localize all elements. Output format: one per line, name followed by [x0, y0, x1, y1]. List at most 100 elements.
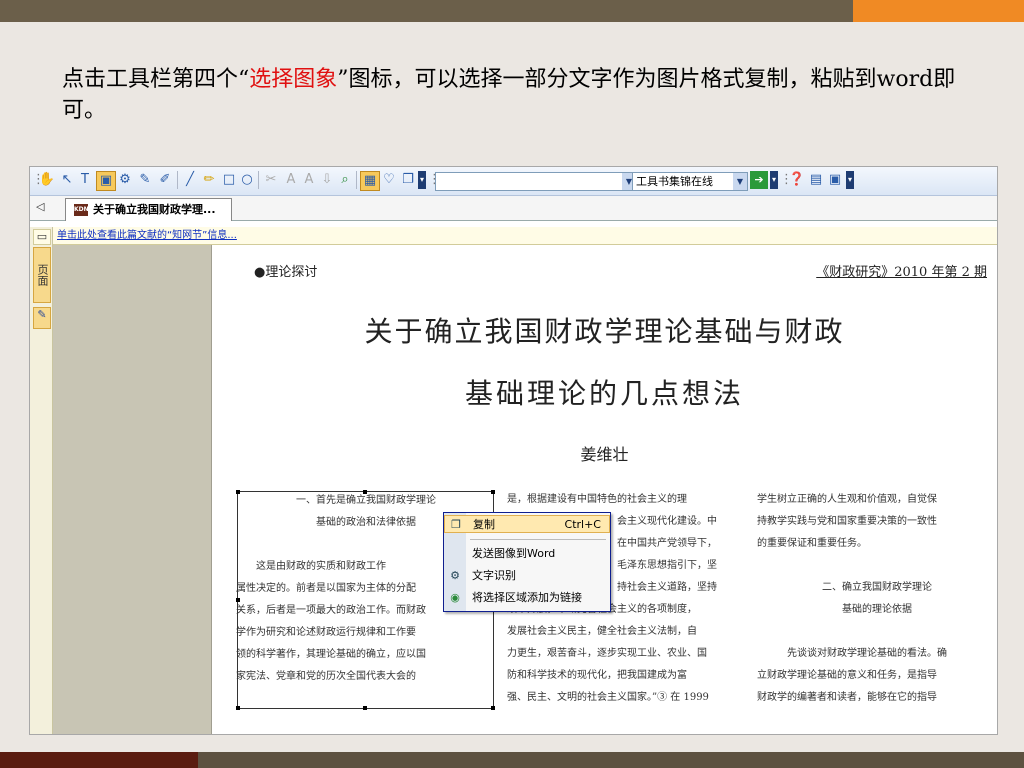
toolbar-separator: [258, 171, 259, 189]
document-icon[interactable]: ▤: [807, 171, 825, 189]
caj-viewer-window: ⋮ ✋ ↖ T ▣ ⚙ ✎ ✐ ╱ ✏ □ ○ ✂ A A ⇩ ⌕ ▦ ♡ ❐ …: [29, 166, 998, 735]
pencil-icon[interactable]: ✏: [200, 171, 218, 189]
rail-tab-pages[interactable]: 页面: [33, 247, 51, 303]
toolbar-overflow-icon[interactable]: ▾: [418, 171, 426, 189]
tab-scroll-left-icon[interactable]: ◁: [36, 200, 44, 213]
hand-icon[interactable]: ✋: [38, 171, 56, 189]
toolbar-separator: [356, 171, 357, 189]
text-line: 先谈谈对财政学理论基础的看法。确: [787, 648, 947, 659]
selection-handle[interactable]: [236, 598, 240, 602]
help-icon[interactable]: ❓: [788, 171, 806, 189]
cnki-info-bar: 单击此处查看此篇文献的“知网节”信息...: [53, 227, 997, 245]
selection-handle[interactable]: [236, 490, 240, 494]
menu-item-label: 发送图像到Word: [472, 547, 556, 560]
menu-item-send-to-word[interactable]: 发送图像到Word: [444, 545, 610, 563]
menu-item-label: 复制: [473, 518, 495, 531]
toolbar-grip-icon: ⋮: [780, 172, 793, 187]
text-line: 学生树立正确的人生观和价值观，自觉保: [757, 494, 937, 505]
toolbar-overflow-icon[interactable]: ▾: [846, 171, 854, 189]
snapshot-icon[interactable]: ⚙: [116, 171, 134, 189]
search-icon[interactable]: ⌕: [336, 171, 354, 189]
text-line: 基础的理论依据: [842, 604, 912, 615]
copy-icon: ❐: [451, 518, 461, 531]
bookmark-icon[interactable]: ✎: [136, 171, 154, 189]
menu-separator: [470, 539, 606, 540]
rail-page-icon[interactable]: ▭: [33, 229, 51, 245]
tab-document[interactable]: KDN 关于确立我国财政学理...: [65, 198, 232, 221]
article-title-line2: 基础理论的几点想法: [464, 377, 744, 410]
instruction-highlight: 选择图象: [249, 67, 338, 92]
text-column-3: 学生树立正确的人生观和价值观，自觉保 持教学实践与党和国家重要决策的一致性 的重…: [757, 489, 997, 709]
rectangle-icon[interactable]: □: [220, 171, 238, 189]
slide-instruction: 点击工具栏第四个“选择图象”图标，可以选择一部分文字作为图片格式复制，粘贴到wo…: [62, 64, 962, 126]
strikeout-icon[interactable]: ✂: [262, 171, 280, 189]
text-line: 防和科学技术的现代化，把我国建成为富: [507, 670, 687, 681]
address-combo[interactable]: ▼: [435, 172, 637, 191]
select-image-active-icon[interactable]: ▦: [360, 171, 380, 191]
rail-tab-label: 页面: [36, 264, 49, 286]
underline-icon[interactable]: A: [282, 171, 300, 189]
clipboard-icon[interactable]: ❐: [399, 171, 417, 189]
document-tab-bar: ◁ KDN 关于确立我国财政学理...: [30, 196, 997, 221]
globe-link-icon: ◉: [450, 591, 460, 604]
text-line: 立财政学理论基础的意义和任务，是指导: [757, 670, 937, 681]
toolbar-separator: [177, 171, 178, 189]
search-engine-value: 工具书集锦在线: [636, 175, 713, 188]
selection-handle[interactable]: [363, 706, 367, 710]
heart-icon[interactable]: ♡: [380, 171, 398, 189]
text-line: 二、确立我国财政学理论: [822, 582, 932, 593]
highlight-icon[interactable]: ✐: [156, 171, 174, 189]
article-title-line1: 关于确立我国财政学理论基础与财政: [364, 315, 845, 348]
menu-item-ocr[interactable]: ⚙ 文字识别: [444, 567, 610, 585]
menu-item-shortcut: Ctrl+C: [564, 518, 601, 531]
toolbar: ⋮ ✋ ↖ T ▣ ⚙ ✎ ✐ ╱ ✏ □ ○ ✂ A A ⇩ ⌕ ▦ ♡ ❐ …: [30, 167, 997, 196]
text-line: 是，根据建设有中国特色的社会主义的理: [507, 494, 687, 505]
save-icon[interactable]: ▣: [826, 171, 844, 189]
slide-top-accent: [853, 0, 1024, 22]
text-line: 发展社会主义民主，健全社会主义法制，自: [507, 626, 697, 637]
journal-issue: 《财政研究》2010 年第 2 期: [816, 265, 987, 280]
text-line: 持教学实践与党和国家重要决策的一致性: [757, 516, 937, 527]
font-color-icon[interactable]: A: [300, 171, 318, 189]
context-menu: ❐ 复制 Ctrl+C 发送图像到Word ⚙ 文字识别 ◉ 将选择区域添加为链…: [443, 512, 611, 612]
left-rail: ▭ 页面 ✎: [30, 227, 53, 734]
ellipse-icon[interactable]: ○: [238, 171, 256, 189]
line-icon[interactable]: ╱: [181, 171, 199, 189]
article-author: 姜维壮: [580, 445, 629, 464]
tab-title: 关于确立我国财政学理...: [93, 203, 216, 216]
instruction-pre: 点击工具栏第四个“: [62, 67, 250, 92]
text-line: 财政学的编著者和读者，能够在它的指导: [757, 692, 937, 703]
text-line: 的重要保证和重要任务。: [757, 538, 867, 549]
search-engine-combo[interactable]: 工具书集锦在线 ▼: [632, 172, 748, 191]
menu-item-copy[interactable]: ❐ 复制 Ctrl+C: [444, 515, 610, 533]
cnki-info-link[interactable]: 单击此处查看此篇文献的“知网节”信息...: [57, 230, 237, 241]
menu-item-label: 文字识别: [472, 569, 516, 582]
selection-handle[interactable]: [363, 490, 367, 494]
text-line: [757, 621, 997, 643]
menu-item-label: 将选择区域添加为链接: [472, 591, 582, 604]
ocr-icon: ⚙: [450, 569, 460, 582]
menu-item-add-link[interactable]: ◉ 将选择区域添加为链接: [444, 589, 610, 607]
slide-bottom-accent: [0, 752, 198, 768]
select-text-icon[interactable]: T: [76, 171, 94, 189]
toolbar-grip-icon: ⋮: [428, 171, 441, 189]
chevron-down-icon[interactable]: ▼: [733, 173, 747, 190]
rail-annotation-icon[interactable]: ✎: [33, 307, 51, 329]
selection-handle[interactable]: [236, 706, 240, 710]
text-line: [757, 555, 997, 577]
selection-handle[interactable]: [491, 490, 495, 494]
text-line: 强、民主、文明的社会主义国家。”③ 在 1999: [507, 692, 709, 703]
download-icon[interactable]: ⇩: [318, 171, 336, 189]
document-margin-area: [53, 245, 212, 734]
toolbar-overflow-icon[interactable]: ▾: [770, 171, 778, 189]
kdn-document-icon: KDN: [74, 204, 89, 216]
select-image-icon[interactable]: ▣: [96, 171, 116, 191]
document-page: ●理论探讨 《财政研究》2010 年第 2 期 关于确立我国财政学理论基础与财政…: [212, 245, 997, 734]
text-line: 力更生，艰苦奋斗，逐步实现工业、农业、国: [507, 648, 707, 659]
section-label: ●理论探讨: [254, 265, 318, 280]
pointer-icon[interactable]: ↖: [58, 171, 76, 189]
slide-top-bar: [0, 0, 853, 22]
selection-handle[interactable]: [491, 706, 495, 710]
go-arrow-icon[interactable]: ➔: [750, 171, 768, 189]
slide-bottom-bar: [198, 752, 1024, 768]
